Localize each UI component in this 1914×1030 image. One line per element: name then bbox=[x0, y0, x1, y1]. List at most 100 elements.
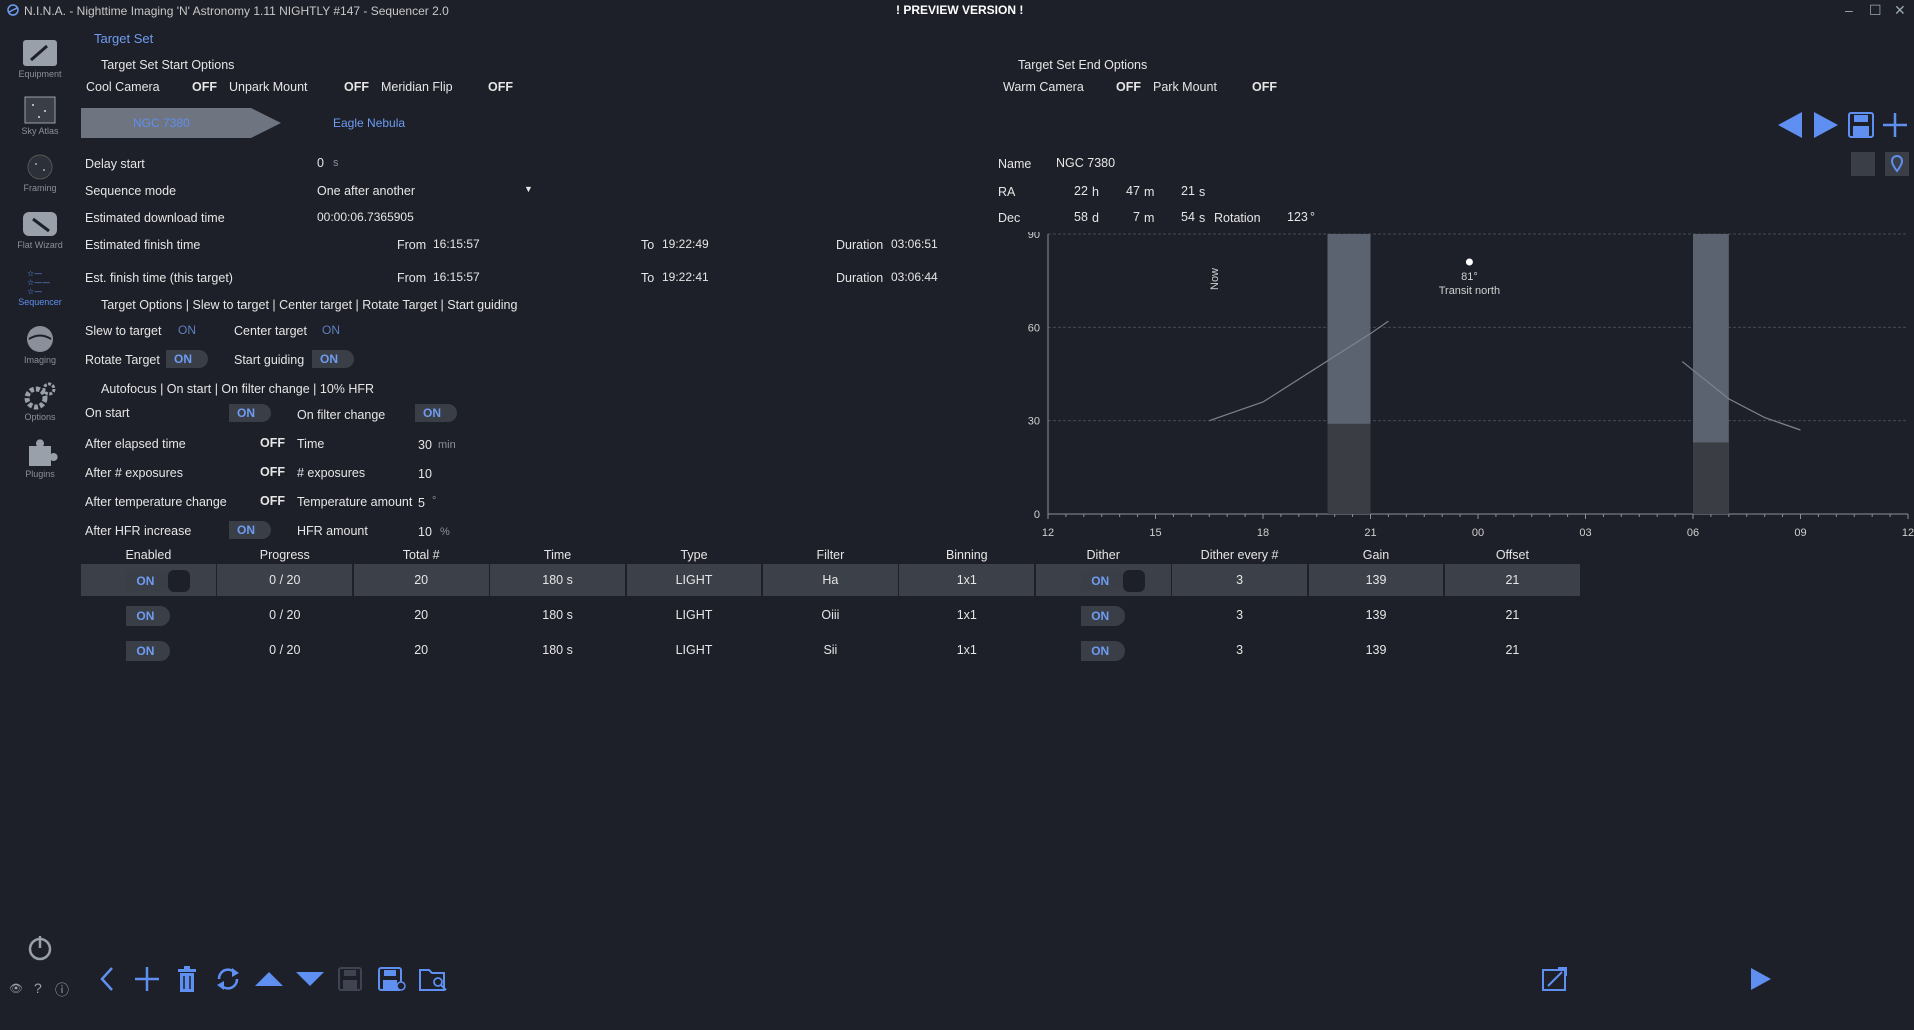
type-cell[interactable]: LIGHT bbox=[627, 634, 762, 666]
sidebar-item-equipment[interactable]: Equipment bbox=[0, 32, 80, 88]
type-cell[interactable]: LIGHT bbox=[626, 564, 762, 596]
af-on-start-toggle[interactable]: ON bbox=[229, 404, 271, 422]
enabled-cell[interactable]: ON bbox=[81, 599, 216, 631]
rotate-toggle[interactable]: ON bbox=[166, 350, 208, 368]
help-icon[interactable]: ? bbox=[34, 980, 42, 996]
enabled-cell[interactable]: ON bbox=[81, 564, 216, 596]
total-cell[interactable]: 20 bbox=[354, 634, 489, 666]
table-row[interactable]: ON 0 / 20 20 180 s LIGHT Ha 1x1 ON 3 139 21 bbox=[81, 564, 1911, 596]
name-input[interactable]: NGC 7380 bbox=[1056, 156, 1115, 170]
dec-seconds-input[interactable]: 54 bbox=[1181, 210, 1195, 224]
next-target-icon[interactable] bbox=[1812, 110, 1840, 143]
guiding-toggle[interactable]: ON bbox=[312, 350, 354, 368]
sidebar-item-sequencer[interactable]: ☆— ☆—— ☆— Sequencer bbox=[0, 260, 80, 316]
dither-toggle[interactable]: ON bbox=[1081, 569, 1146, 592]
location-pin-icon[interactable] bbox=[1885, 152, 1909, 176]
maximize-icon[interactable]: ☐ bbox=[1869, 2, 1882, 19]
target-template-icon[interactable] bbox=[1540, 964, 1570, 997]
dither-every-cell[interactable]: 3 bbox=[1172, 634, 1307, 666]
binning-cell[interactable]: 1x1 bbox=[899, 599, 1034, 631]
start-sequence-icon[interactable] bbox=[1748, 964, 1774, 997]
previous-target-icon[interactable] bbox=[1776, 110, 1804, 143]
dither-toggle[interactable]: ON bbox=[1081, 640, 1126, 661]
af-hfr-amount-input[interactable]: 10 bbox=[418, 525, 432, 539]
gain-cell[interactable]: 139 bbox=[1309, 599, 1444, 631]
binning-cell[interactable]: 1x1 bbox=[899, 634, 1034, 666]
gain-cell[interactable]: 139 bbox=[1309, 634, 1444, 666]
sequence-mode-select[interactable]: One after another bbox=[317, 184, 415, 198]
enabled-toggle[interactable]: ON bbox=[126, 640, 171, 661]
dec-minutes-input[interactable]: 7 bbox=[1133, 210, 1140, 224]
rotation-input[interactable]: 123 bbox=[1287, 210, 1308, 224]
type-cell[interactable]: LIGHT bbox=[627, 599, 762, 631]
target-tab-active[interactable]: NGC 7380 bbox=[81, 108, 281, 138]
ra-hours-input[interactable]: 22 bbox=[1074, 184, 1088, 198]
warm-camera-toggle[interactable]: OFF bbox=[1116, 80, 1141, 94]
move-up-icon[interactable] bbox=[253, 964, 285, 997]
sidebar-item-framing[interactable]: Framing bbox=[0, 146, 80, 202]
time-cell[interactable]: 180 s bbox=[490, 599, 625, 631]
enabled-toggle[interactable]: ON bbox=[126, 605, 171, 626]
offset-cell[interactable]: 21 bbox=[1445, 564, 1580, 596]
unpark-mount-toggle[interactable]: OFF bbox=[344, 80, 369, 94]
table-row[interactable]: ON 0 / 20 20 180 s LIGHT Sii 1x1 ON 3 139 21 bbox=[81, 634, 1911, 666]
time-cell[interactable]: 180 s bbox=[490, 634, 625, 666]
dither-toggle[interactable]: ON bbox=[1081, 605, 1126, 626]
progress-cell[interactable]: 0 / 20 bbox=[217, 564, 353, 596]
dec-degrees-input[interactable]: 58 bbox=[1074, 210, 1088, 224]
target-tab-eagle[interactable]: Eagle Nebula bbox=[333, 116, 405, 130]
chevron-down-icon[interactable]: ▼ bbox=[524, 184, 533, 194]
toggle-knob[interactable] bbox=[168, 569, 191, 592]
offset-cell[interactable]: 21 bbox=[1445, 599, 1580, 631]
dither-cell[interactable]: ON bbox=[1036, 599, 1171, 631]
save-disabled-icon[interactable] bbox=[337, 964, 363, 997]
af-elapsed-toggle[interactable]: OFF bbox=[260, 436, 285, 450]
dither-cell[interactable]: ON bbox=[1035, 564, 1171, 596]
visibility-icon[interactable]: 👁 bbox=[9, 982, 23, 995]
filter-cell[interactable]: Oiii bbox=[763, 599, 898, 631]
coordinates-button[interactable] bbox=[1851, 152, 1875, 176]
delete-icon[interactable] bbox=[176, 964, 198, 997]
dither-every-cell[interactable]: 3 bbox=[1172, 599, 1307, 631]
cool-camera-toggle[interactable]: OFF bbox=[192, 80, 217, 94]
sidebar-item-plugins[interactable]: Plugins bbox=[0, 432, 80, 488]
delay-start-input[interactable]: 0 bbox=[317, 156, 324, 170]
offset-cell[interactable]: 21 bbox=[1445, 634, 1580, 666]
dither-every-cell[interactable]: 3 bbox=[1172, 564, 1307, 596]
sidebar-item-sky-atlas[interactable]: Sky Atlas bbox=[0, 89, 80, 145]
progress-cell[interactable]: 0 / 20 bbox=[217, 599, 352, 631]
power-icon[interactable] bbox=[26, 934, 54, 965]
af-hfr-toggle[interactable]: ON bbox=[229, 521, 271, 539]
sidebar-item-flat-wizard[interactable]: Flat Wizard bbox=[0, 203, 80, 259]
sidebar-item-imaging[interactable]: Imaging bbox=[0, 318, 80, 374]
ra-minutes-input[interactable]: 47 bbox=[1126, 184, 1140, 198]
total-cell[interactable]: 20 bbox=[354, 599, 489, 631]
move-down-icon[interactable] bbox=[294, 964, 326, 997]
progress-cell[interactable]: 0 / 20 bbox=[217, 634, 352, 666]
toggle-knob[interactable] bbox=[1123, 569, 1146, 592]
table-row[interactable]: ON 0 / 20 20 180 s LIGHT Oiii 1x1 ON 3 139 21 bbox=[81, 599, 1911, 631]
save-target-icon[interactable] bbox=[1848, 112, 1874, 141]
af-num-exposures-input[interactable]: 10 bbox=[418, 467, 432, 481]
filter-cell[interactable]: Sii bbox=[763, 634, 898, 666]
sidebar-item-options[interactable]: Options bbox=[0, 375, 80, 431]
slew-toggle[interactable]: ON bbox=[170, 321, 212, 339]
filter-cell[interactable]: Ha bbox=[763, 564, 898, 596]
center-toggle[interactable]: ON bbox=[314, 321, 356, 339]
af-on-filter-toggle[interactable]: ON bbox=[415, 404, 457, 422]
binning-cell[interactable]: 1x1 bbox=[899, 564, 1035, 596]
enabled-cell[interactable]: ON bbox=[81, 634, 216, 666]
ra-seconds-input[interactable]: 21 bbox=[1181, 184, 1195, 198]
save-as-icon[interactable] bbox=[377, 964, 407, 997]
enabled-toggle[interactable]: ON bbox=[126, 569, 191, 592]
add-item-icon[interactable] bbox=[133, 964, 161, 997]
af-temp-toggle[interactable]: OFF bbox=[260, 494, 285, 508]
af-temp-amount-input[interactable]: 5 bbox=[418, 496, 425, 510]
dither-cell[interactable]: ON bbox=[1036, 634, 1171, 666]
reset-icon[interactable] bbox=[213, 964, 243, 997]
add-target-icon[interactable] bbox=[1882, 112, 1908, 141]
af-exposures-toggle[interactable]: OFF bbox=[260, 465, 285, 479]
minimize-icon[interactable]: – bbox=[1845, 2, 1853, 18]
park-mount-toggle[interactable]: OFF bbox=[1252, 80, 1277, 94]
info-icon[interactable]: ⓘ bbox=[55, 980, 69, 1000]
